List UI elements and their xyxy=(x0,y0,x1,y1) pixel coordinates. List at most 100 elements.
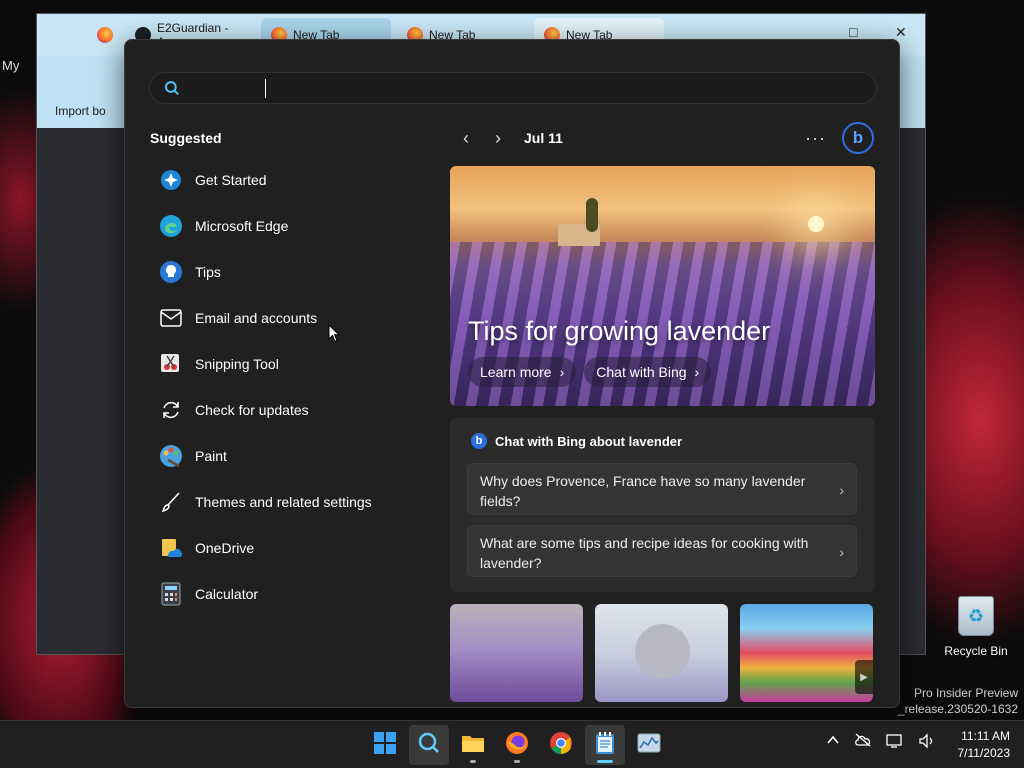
suggestion-label: Snipping Tool xyxy=(195,356,279,372)
paint-icon xyxy=(159,444,183,468)
suggestion-label: Paint xyxy=(195,448,227,464)
highlights-header: ‹ › Jul 11 ··· b xyxy=(450,120,876,156)
suggested-heading: Suggested xyxy=(150,130,222,146)
suggestion-paint[interactable]: Paint xyxy=(149,433,417,479)
refresh-icon xyxy=(159,398,183,422)
close-icon[interactable]: ✕ xyxy=(895,24,907,41)
onedrive-icon xyxy=(159,536,183,560)
suggestion-themes-and-related-settings[interactable]: Themes and related settings xyxy=(149,479,417,525)
bing-icon: b xyxy=(471,433,487,449)
suggestion-label: Calculator xyxy=(195,586,259,602)
suggestion-label: Themes and related settings xyxy=(195,494,372,510)
suggestion-label: OneDrive xyxy=(195,540,255,556)
search-input[interactable] xyxy=(179,80,876,96)
suggestion-label: Email and accounts xyxy=(195,310,318,326)
suggestion-label: Tips xyxy=(195,264,221,280)
search-highlights: ‹ › Jul 11 ··· b Tips for growing lavend… xyxy=(450,120,876,702)
edge-icon xyxy=(159,214,183,238)
ice-cream-graphic xyxy=(635,624,690,679)
chrome-icon xyxy=(549,731,573,760)
suggestion-label: Get Started xyxy=(195,172,267,188)
notepad-icon xyxy=(595,731,615,760)
clock[interactable]: 11:11 AM 7/11/2023 xyxy=(958,728,1011,762)
taskbar-file-explorer[interactable] xyxy=(453,725,493,765)
suggested-list: Get Started Microsoft Edge Tips Email an… xyxy=(149,157,417,617)
system-tray xyxy=(826,733,936,752)
chevron-right-icon: › xyxy=(839,482,844,498)
learn-more-label: Learn more xyxy=(480,364,552,380)
firefox-icon xyxy=(505,731,529,760)
suggestion-label: Check for updates xyxy=(195,402,309,418)
more-options-icon[interactable]: ··· xyxy=(805,128,826,149)
suggestion-calculator[interactable]: Calculator xyxy=(149,571,417,617)
maximize-icon[interactable]: □ xyxy=(849,24,857,40)
suggestion-get-started[interactable]: Get Started xyxy=(149,157,417,203)
suggestion-snipping-tool[interactable]: Snipping Tool xyxy=(149,341,417,387)
highlight-thumbnails: ▶ xyxy=(450,604,873,702)
mail-icon xyxy=(159,306,183,330)
volume-icon[interactable] xyxy=(918,733,936,752)
calculator-icon xyxy=(159,582,183,606)
highlights-date: Jul 11 xyxy=(524,130,563,146)
suggestion-email-and-accounts[interactable]: Email and accounts xyxy=(149,295,417,341)
running-indicator xyxy=(470,760,476,763)
running-indicator xyxy=(514,760,520,763)
chat-question[interactable]: Why does Provence, France have so many l… xyxy=(467,463,857,515)
scroll-right-icon[interactable]: ▶ xyxy=(855,660,873,694)
firefox-icon xyxy=(97,27,113,43)
search-icon xyxy=(164,81,179,96)
bing-chat-card: b Chat with Bing about lavender Why does… xyxy=(450,418,875,592)
chat-card-title: Chat with Bing about lavender xyxy=(495,433,683,449)
sun-graphic xyxy=(808,216,824,232)
lavender-hand-thumbnail[interactable] xyxy=(450,604,583,702)
search-flyout: Suggested Get Started Microsoft Edge Tip… xyxy=(124,39,900,708)
chevron-right-icon: › xyxy=(694,364,700,380)
text-caret xyxy=(265,79,266,98)
snipping-tool-icon xyxy=(159,352,183,376)
recycle-bin-label: Recycle Bin xyxy=(944,644,1008,658)
taskbar-chrome[interactable] xyxy=(541,725,581,765)
browser-tab-firefox-view[interactable] xyxy=(87,18,123,52)
recycle-bin[interactable]: ♻ Recycle Bin xyxy=(944,596,1008,660)
chat-question-text: Why does Provence, France have so many l… xyxy=(480,473,806,509)
chevron-right-icon: › xyxy=(839,544,844,560)
chevron-up-icon[interactable] xyxy=(826,733,840,752)
suggestion-onedrive[interactable]: OneDrive xyxy=(149,525,417,571)
recycle-bin-icon: ♻ xyxy=(958,596,994,636)
lavender-ice-cream-thumbnail[interactable] xyxy=(595,604,728,702)
start-button[interactable] xyxy=(365,725,405,765)
running-indicator xyxy=(597,760,613,763)
build-watermark: Pro Insider Preview xyxy=(913,686,1018,700)
chat-question-text: What are some tips and recipe ideas for … xyxy=(480,535,809,571)
chat-question[interactable]: What are some tips and recipe ideas for … xyxy=(467,525,857,577)
chevron-right-icon[interactable]: › xyxy=(482,122,514,154)
brush-icon xyxy=(159,490,183,514)
chevron-right-icon: › xyxy=(559,364,565,380)
hero-card[interactable]: Tips for growing lavender Learn more › C… xyxy=(450,166,875,406)
taskbar-apps xyxy=(365,725,669,765)
taskbar-task-manager[interactable] xyxy=(629,725,669,765)
suggestion-check-for-updates[interactable]: Check for updates xyxy=(149,387,417,433)
hero-title: Tips for growing lavender xyxy=(468,316,771,346)
network-icon[interactable] xyxy=(886,733,904,752)
taskbar-search-button[interactable] xyxy=(409,725,449,765)
chat-card-header: b Chat with Bing about lavender xyxy=(471,433,682,449)
bing-icon[interactable]: b xyxy=(842,122,874,154)
suggestion-microsoft-edge[interactable]: Microsoft Edge xyxy=(149,203,417,249)
learn-more-button[interactable]: Learn more › xyxy=(468,357,577,387)
chevron-left-icon[interactable]: ‹ xyxy=(450,122,482,154)
desktop-icon-label[interactable]: My xyxy=(2,58,19,73)
taskbar-firefox[interactable] xyxy=(497,725,537,765)
suggestion-tips[interactable]: Tips xyxy=(149,249,417,295)
chat-with-bing-button[interactable]: Chat with Bing › xyxy=(584,357,712,387)
search-box[interactable] xyxy=(149,72,877,104)
task-manager-icon xyxy=(637,733,661,758)
suggestion-label: Microsoft Edge xyxy=(195,218,289,234)
taskbar: 11:11 AM 7/11/2023 xyxy=(0,720,1024,768)
get-started-icon xyxy=(159,168,183,192)
tree-graphic xyxy=(586,198,598,232)
import-bookmarks-link[interactable]: Import bo xyxy=(55,104,106,118)
cloud-offline-icon[interactable] xyxy=(854,733,872,752)
flower-fields-thumbnail[interactable]: ▶ xyxy=(740,604,873,702)
taskbar-notepad[interactable] xyxy=(585,725,625,765)
